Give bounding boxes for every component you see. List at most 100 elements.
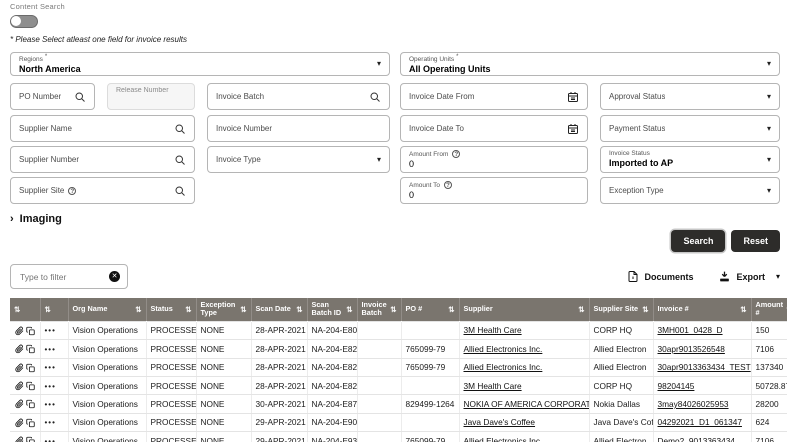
invoice_number-link[interactable]: 3may84026025953 [658,399,729,409]
column-label: Supplier [464,305,576,313]
copy-icon[interactable] [26,436,35,442]
reset-button[interactable]: Reset [731,230,780,252]
search-icon[interactable] [74,91,86,103]
attachment-icon[interactable] [15,326,24,336]
copy-icon[interactable] [26,326,35,336]
sort-icon[interactable]: ⇅ [185,305,191,314]
more-actions-icon[interactable]: ••• [45,363,56,372]
operating-units-select[interactable]: Operating Units* All Operating Units ▾ [400,52,780,76]
sort-icon[interactable]: ⇅ [346,305,352,314]
sort-icon[interactable]: ⇅ [390,305,396,314]
copy-icon[interactable] [26,344,35,354]
invoice-date-to-field[interactable]: Invoice Date To [400,115,588,142]
invoice-batch-field[interactable]: Invoice Batch [207,83,390,110]
supplier-site-field[interactable]: Supplier Site? [10,177,195,204]
more-actions-icon[interactable]: ••• [45,418,56,427]
attachment-icon[interactable] [15,363,24,373]
sort-icon[interactable]: ⇅ [578,305,584,314]
invoice_number-link[interactable]: 3MH001_0428_D [658,325,723,335]
toggle-knob [11,16,21,26]
more-actions-icon[interactable]: ••• [45,400,56,409]
search-icon[interactable] [174,185,186,197]
imaging-section-header[interactable]: › Imaging [10,213,780,225]
calendar-icon[interactable] [567,123,579,135]
attachment-icon[interactable] [15,436,24,442]
invoice-number-field[interactable]: Invoice Number [207,115,390,142]
copy-icon[interactable] [26,418,35,428]
col-header-org_name: Org Name⇅ [68,298,146,321]
supplier-name-field[interactable]: Supplier Name [10,115,195,142]
col-header-invoice_batch: Invoice Batch⇅ [357,298,401,321]
invoice_number-link[interactable]: 98204145 [658,381,695,391]
operating-units-label: Operating Units* [409,54,771,64]
supplier-link[interactable]: Java Dave's Coffee [464,417,536,427]
row-icons-cell [10,321,40,339]
supplier-link[interactable]: Allied Electronics Inc. [464,436,543,442]
supplier-number-field[interactable]: Supplier Number [10,146,195,173]
more-actions-icon[interactable]: ••• [45,345,56,354]
sort-icon[interactable]: ⇅ [45,305,51,314]
chevron-down-icon: ▾ [377,60,381,68]
search-icon[interactable] [174,123,186,135]
payment-status-select[interactable]: Payment Status ▾ [600,115,780,142]
supplier-link[interactable]: 3M Health Care [464,381,522,391]
sort-icon[interactable]: ⇅ [642,305,648,314]
sort-icon[interactable]: ⇅ [740,305,746,314]
more-actions-icon[interactable]: ••• [45,437,56,442]
table-filter-input[interactable] [18,271,109,283]
supplier-link[interactable]: Allied Electronics Inc. [464,362,543,372]
exception-type-select[interactable]: Exception Type ▾ [600,177,780,204]
search-icon[interactable] [369,91,381,103]
po-number-field[interactable]: PO Number [10,83,95,110]
column-label: Org Name [73,305,133,313]
cell-po_number: 765099-79 [401,432,459,442]
table-header-row: ⇅⇅Org Name⇅Status⇅Exception Type⇅Scan Da… [10,298,787,321]
sort-icon[interactable]: ⇅ [240,305,246,314]
regions-select[interactable]: Regions* North America ▾ [10,52,390,76]
sort-icon[interactable]: ⇅ [296,305,302,314]
search-icon[interactable] [174,154,186,166]
copy-icon[interactable] [26,399,35,409]
cell-invoice_batch [357,321,401,339]
export-button[interactable]: Export [718,270,765,283]
clear-filter-icon[interactable]: ✕ [109,271,120,282]
supplier-link[interactable]: Allied Electronics Inc. [464,344,543,354]
invoice_number-link[interactable]: 30apr9013363434_TEST [658,362,751,372]
invoice-type-select[interactable]: Invoice Type ▾ [207,146,390,173]
supplier-link[interactable]: 3M Health Care [464,325,522,335]
attachment-icon[interactable] [15,344,24,354]
search-button[interactable]: Search [671,230,725,252]
export-caret-icon[interactable]: ▾ [776,272,780,281]
supplier-link[interactable]: NOKIA OF AMERICA CORPORATION [464,399,590,409]
approval-status-select[interactable]: Approval Status ▾ [600,83,780,110]
sort-icon[interactable]: ⇅ [135,305,141,314]
sort-icon[interactable]: ⇅ [14,305,20,314]
amount-from-field[interactable]: Amount From? 0 [400,146,588,173]
cell-exception_type: NONE [196,376,251,394]
invoice_number-link[interactable]: 30apr9013526548 [658,344,725,354]
invoice-date-from-field[interactable]: Invoice Date From [400,83,588,110]
attachment-icon[interactable] [15,418,24,428]
more-actions-icon[interactable]: ••• [45,326,56,335]
cell-supplier: 3M Health Care [459,376,589,394]
invoice_number-link[interactable]: Demo2_9013363434 [658,436,736,442]
cell-invoice_batch [357,358,401,376]
attachment-icon[interactable] [15,399,24,409]
sort-icon[interactable]: ⇅ [448,305,454,314]
invoice_number-link[interactable]: 04292021_D1_061347 [658,417,742,427]
cell-supplier_site: Allied Electron [589,340,653,358]
more-actions-icon[interactable]: ••• [45,382,56,391]
cell-exception_type: NONE [196,340,251,358]
attachment-icon[interactable] [15,381,24,391]
copy-icon[interactable] [26,363,35,373]
col-header-supplier: Supplier⇅ [459,298,589,321]
documents-button[interactable]: Documents [627,270,693,283]
invoice-status-select[interactable]: Invoice Status Imported to AP ▾ [600,146,780,173]
cell-invoice_batch [357,432,401,442]
table-filter-box[interactable]: ✕ [10,264,128,289]
copy-icon[interactable] [26,381,35,391]
amount-to-field[interactable]: Amount To? 0 [400,177,588,204]
chevron-right-icon[interactable]: › [10,213,14,225]
calendar-icon[interactable] [567,91,579,103]
content-search-toggle[interactable] [10,15,38,28]
